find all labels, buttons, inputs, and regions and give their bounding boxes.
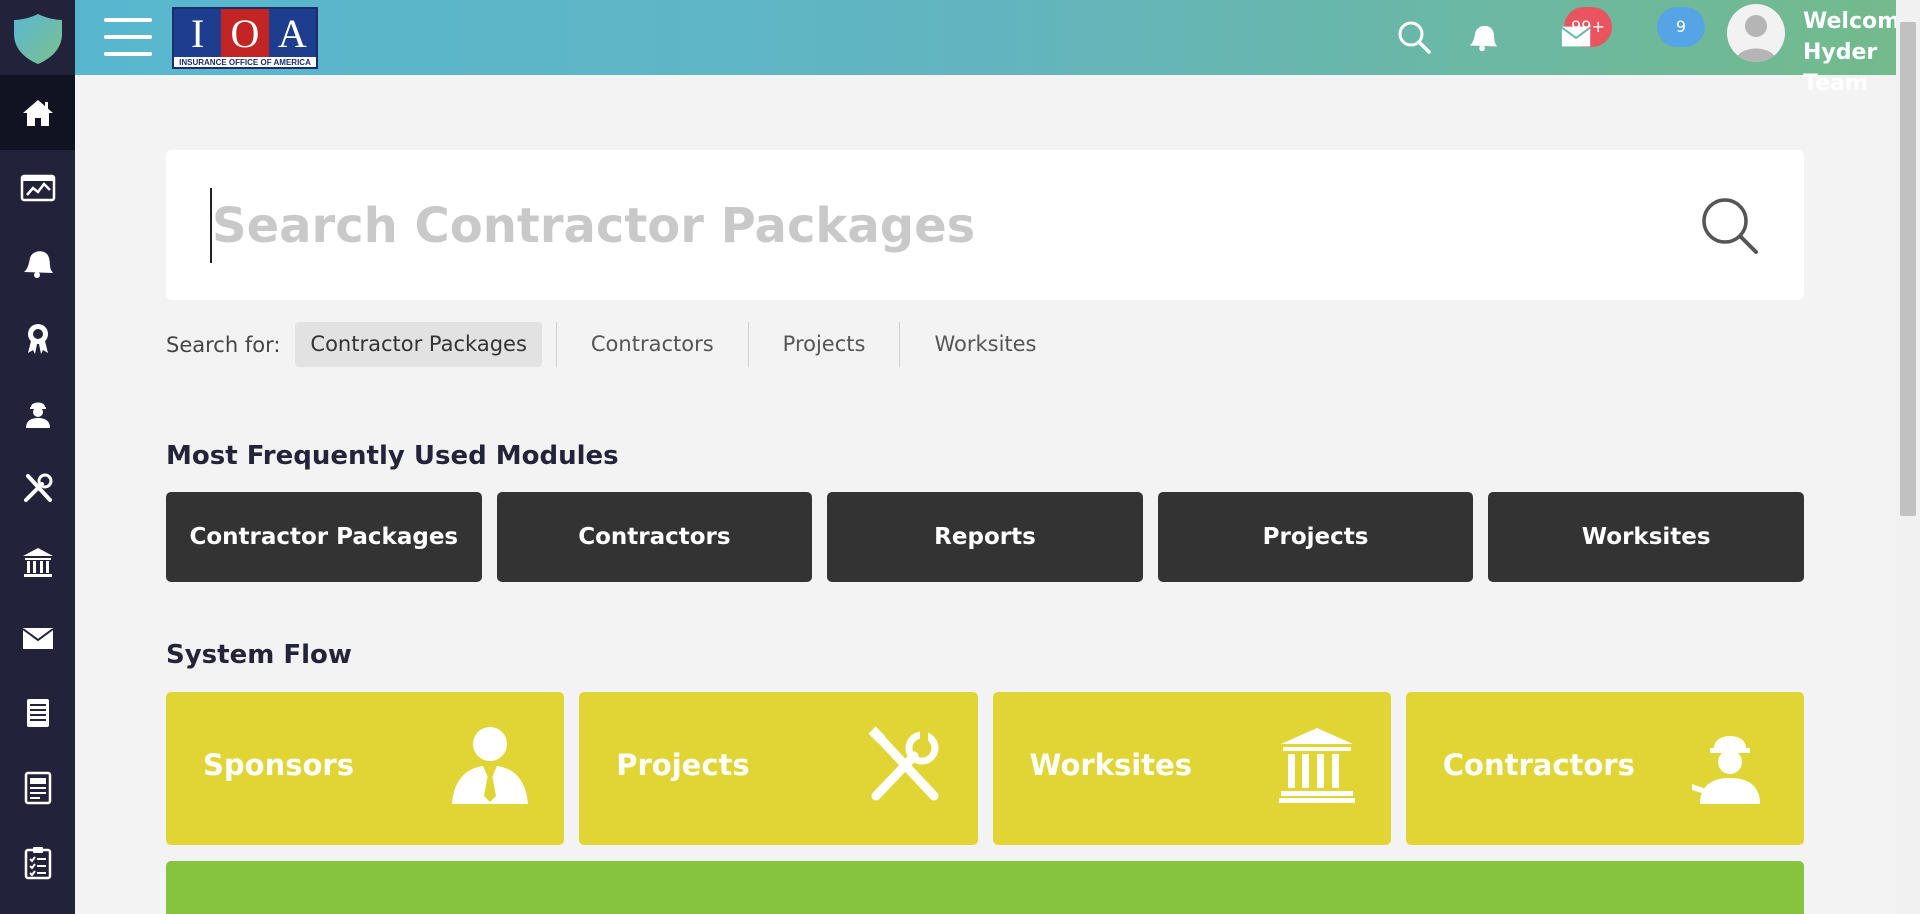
- app-logo[interactable]: [0, 0, 75, 75]
- flow-card-label: Worksites: [1029, 748, 1192, 782]
- brand-subtitle: INSURANCE OFFICE OF AMERICA: [179, 58, 311, 67]
- sidebar-item-contractors[interactable]: [0, 375, 75, 450]
- search-scope-worksites[interactable]: Worksites: [900, 322, 1070, 367]
- brand-letter: I: [174, 9, 222, 57]
- sponsor-person-icon: [452, 727, 529, 804]
- flow-card-contractors[interactable]: Contractors: [1405, 692, 1804, 845]
- flow-card-sponsors[interactable]: Sponsors: [166, 692, 565, 845]
- system-flow-grid: Sponsors Projects Worksites Contractors: [166, 692, 1804, 845]
- brand-logo[interactable]: I O A INSURANCE OFFICE OF AMERICA: [172, 7, 318, 69]
- dashboard-chart-icon: [20, 174, 55, 201]
- flow-card-label: Projects: [616, 748, 750, 782]
- user-silhouette-icon: [1735, 15, 1777, 62]
- worker-icon: [25, 402, 50, 428]
- flow-card-label: Contractors: [1442, 748, 1635, 782]
- modules-grid: Contractor Packages Contractors Reports …: [166, 492, 1804, 582]
- sidebar-item-checklists[interactable]: [0, 825, 75, 900]
- tools-icon: [23, 473, 52, 502]
- search-scope-contractors[interactable]: Contractors: [555, 322, 749, 367]
- sidebar-item-projects[interactable]: [0, 450, 75, 525]
- sidebar-item-reports[interactable]: [0, 750, 75, 825]
- user-avatar[interactable]: [1727, 4, 1785, 62]
- institution-icon: [1278, 728, 1355, 803]
- notifications-bell-icon: [23, 250, 53, 278]
- brand-letter: O: [221, 9, 269, 57]
- module-button-projects[interactable]: Projects: [1157, 492, 1474, 582]
- sidebar-item-worksites[interactable]: [0, 525, 75, 600]
- sidebar: [0, 0, 75, 914]
- sidebar-item-home[interactable]: [0, 75, 75, 150]
- brand-letter: A: [268, 9, 316, 57]
- module-button-contractors[interactable]: Contractors: [496, 492, 813, 582]
- envelope-icon: [21, 627, 54, 649]
- module-button-contractor-packages[interactable]: Contractor Packages: [166, 492, 482, 582]
- page-scrollbar[interactable]: [1896, 0, 1920, 914]
- search-scope-contractor-packages[interactable]: Contractor Packages: [295, 322, 542, 367]
- search-panel: [166, 150, 1804, 300]
- award-ribbon-icon: [27, 323, 48, 354]
- sidebar-item-awards[interactable]: [0, 300, 75, 375]
- flow-card-projects[interactable]: Projects: [579, 692, 978, 845]
- clipboard-checklist-icon: [24, 846, 51, 879]
- search-submit-icon[interactable]: [1701, 197, 1759, 255]
- flow-card-next[interactable]: [166, 861, 1804, 914]
- search-input[interactable]: [210, 188, 1610, 263]
- search-scope-projects[interactable]: Projects: [749, 322, 901, 367]
- hamburger-menu-icon: [104, 18, 152, 22]
- document-icon: [26, 698, 49, 727]
- top-header: I O A INSURANCE OFFICE OF AMERICA 99+ 9 …: [75, 0, 1915, 96]
- messages-count-badge[interactable]: 9: [1657, 7, 1705, 47]
- shield-logo-icon: [13, 13, 62, 64]
- search-for-label: Search for:: [166, 332, 281, 357]
- worker-icon: [1692, 736, 1760, 804]
- scrollbar-thumb[interactable]: [1900, 22, 1916, 516]
- system-flow-section-title: System Flow: [166, 640, 352, 670]
- search-scope-selector: Search for: Contractor Packages Contract…: [166, 322, 1071, 367]
- module-button-worksites[interactable]: Worksites: [1488, 492, 1804, 582]
- flow-card-worksites[interactable]: Worksites: [992, 692, 1391, 845]
- sidebar-item-documents[interactable]: [0, 675, 75, 750]
- messages-envelope-icon[interactable]: [1560, 22, 1594, 52]
- sidebar-item-messages[interactable]: [0, 600, 75, 675]
- home-icon: [22, 99, 53, 126]
- flow-card-label: Sponsors: [203, 748, 354, 782]
- modules-section-title: Most Frequently Used Modules: [166, 441, 619, 471]
- module-button-reports[interactable]: Reports: [827, 492, 1143, 582]
- sidebar-item-dashboard[interactable]: [0, 150, 75, 225]
- institution-icon: [22, 547, 53, 577]
- sidebar-item-notifications[interactable]: [0, 225, 75, 300]
- menu-toggle-button[interactable]: [104, 18, 152, 56]
- tools-icon: [868, 726, 938, 801]
- search-icon[interactable]: [1395, 18, 1433, 56]
- report-icon: [24, 771, 51, 804]
- notifications-bell-icon[interactable]: [1466, 20, 1500, 54]
